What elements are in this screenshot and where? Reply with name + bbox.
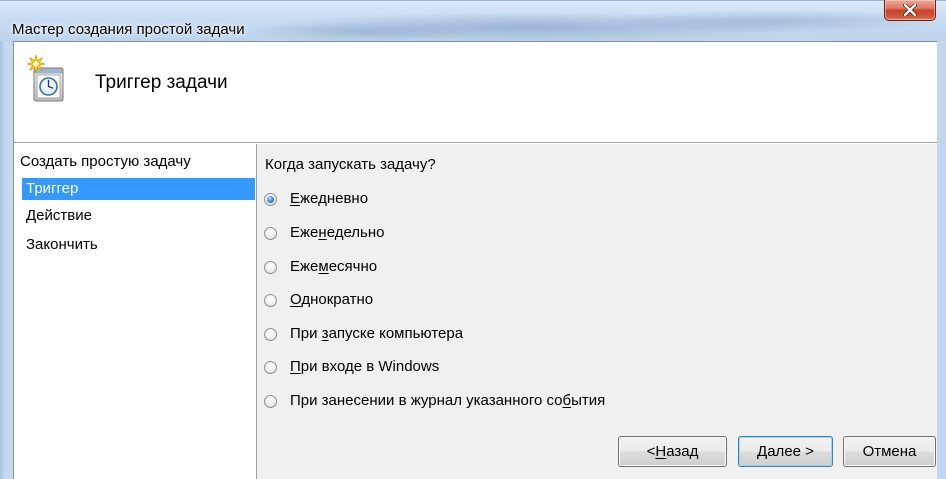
option-label[interactable]: При входе в Windows: [290, 356, 439, 378]
trigger-option-computer-start[interactable]: При запуске компьютера: [264, 323, 463, 345]
cancel-button[interactable]: Отмена: [843, 436, 936, 467]
trigger-option-daily[interactable]: Ежедневно: [264, 188, 368, 210]
trigger-option-logon[interactable]: При входе в Windows: [264, 356, 439, 378]
trigger-option-weekly[interactable]: Еженедельно: [264, 222, 385, 244]
step-finish: Закончить: [26, 236, 98, 253]
option-label[interactable]: Ежедневно: [290, 188, 368, 210]
trigger-question-label: Когда запускать задачу?: [265, 156, 436, 173]
option-label[interactable]: Однократно: [290, 289, 373, 311]
trigger-option-monthly[interactable]: Ежемесячно: [264, 256, 377, 278]
radio-button[interactable]: [264, 192, 277, 206]
back-button[interactable]: < Назад: [618, 436, 727, 467]
radio-button[interactable]: [264, 394, 277, 408]
radio-button[interactable]: [264, 226, 277, 240]
radio-button[interactable]: [264, 293, 277, 307]
step-create-basic-task: Создать простую задачу: [20, 153, 191, 170]
trigger-option-one-time[interactable]: Однократно: [264, 289, 373, 311]
option-label[interactable]: При занесении в журнал указанного событи…: [290, 390, 605, 412]
window-title: Мастер создания простой задачи: [12, 21, 245, 38]
step-action: Действие: [26, 207, 92, 224]
page-title: Триггер задачи: [95, 72, 228, 93]
next-button[interactable]: Далее >: [738, 436, 833, 467]
task-scheduler-icon: [24, 53, 68, 103]
close-button[interactable]: [884, 0, 936, 21]
option-label[interactable]: Еженедельно: [290, 222, 385, 244]
sidebar-divider: [256, 144, 257, 479]
trigger-option-event-logged[interactable]: При занесении в журнал указанного событи…: [264, 390, 605, 412]
close-icon: [903, 4, 917, 16]
radio-button[interactable]: [264, 327, 277, 341]
step-trigger: Триггер: [22, 178, 255, 200]
radio-button[interactable]: [264, 360, 277, 374]
radio-button[interactable]: [264, 260, 277, 274]
option-label[interactable]: Ежемесячно: [290, 256, 377, 278]
option-label[interactable]: При запуске компьютера: [290, 323, 463, 345]
